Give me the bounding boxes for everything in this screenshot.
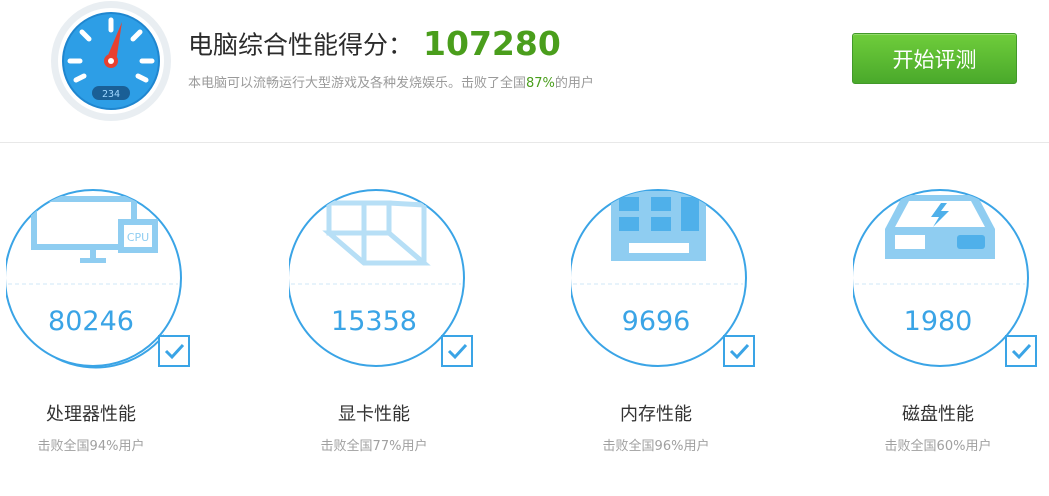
- score-title-row: 电脑综合性能得分： 107280: [188, 24, 561, 68]
- cpu-performance-card: CPU 80246 处理器性能 击败全国94%用户: [6, 185, 206, 485]
- cpu-label: 处理器性能: [46, 404, 136, 425]
- disk-score: 1980: [903, 306, 973, 337]
- gauge-readout: 234: [102, 89, 120, 100]
- beat-percentage: 87%: [526, 76, 555, 91]
- memory-score: 9696: [621, 306, 691, 337]
- disk-label: 磁盘性能: [902, 404, 974, 425]
- cpu-beat-text: 击败全国94%用户: [37, 439, 145, 454]
- check-icon[interactable]: [1005, 335, 1037, 367]
- total-score: 107280: [423, 24, 561, 63]
- gpu-label: 显卡性能: [338, 404, 410, 425]
- check-icon[interactable]: [723, 335, 755, 367]
- header-divider: [0, 142, 1049, 143]
- start-benchmark-button[interactable]: 开始评测: [852, 33, 1017, 84]
- memory-label: 内存性能: [620, 404, 692, 425]
- memory-beat-text: 击败全国96%用户: [602, 439, 710, 454]
- disk-performance-card: 1980 磁盘性能 击败全国60%用户: [853, 185, 1049, 485]
- disk-drive-icon: [885, 195, 995, 259]
- cpu-chip-label: CPU: [127, 231, 149, 244]
- summary-text: 本电脑可以流畅运行大型游戏及各种发烧娱乐。击败了全国: [188, 76, 527, 91]
- check-icon[interactable]: [158, 335, 190, 367]
- cpu-score: 80246: [48, 306, 134, 337]
- page-title: 电脑综合性能得分：: [188, 30, 414, 60]
- gpu-performance-card: 15358 显卡性能 击败全国77%用户: [289, 185, 489, 485]
- disk-beat-text: 击败全国60%用户: [884, 439, 992, 454]
- speedometer-icon: 234: [51, 1, 171, 121]
- memory-performance-card: 9696 内存性能 击败全国96%用户: [571, 185, 771, 485]
- memory-module-icon: [611, 191, 706, 261]
- summary-suffix: 的用户: [554, 76, 594, 91]
- benchmark-panel: 234 电脑综合性能得分： 107280 本电脑可以流畅运行大型游戏及各种发烧娱乐…: [0, 0, 1049, 496]
- check-icon[interactable]: [441, 335, 473, 367]
- gpu-beat-text: 击败全国77%用户: [320, 439, 428, 454]
- gpu-score: 15358: [331, 306, 417, 337]
- score-summary: 本电脑可以流畅运行大型游戏及各种发烧娱乐。击败了全国87%的用户: [188, 72, 594, 91]
